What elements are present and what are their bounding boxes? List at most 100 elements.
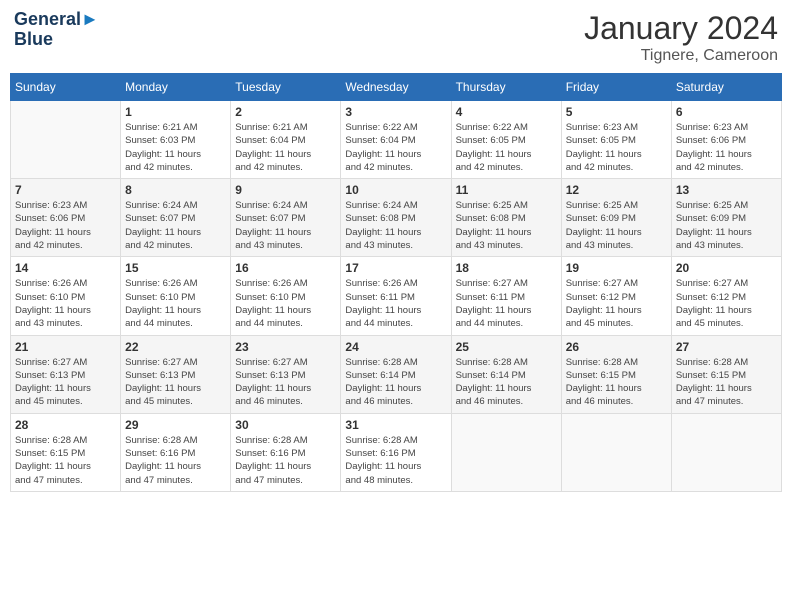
day-number: 11	[456, 183, 557, 197]
day-number: 29	[125, 418, 226, 432]
day-number: 18	[456, 261, 557, 275]
day-info: Sunrise: 6:26 AMSunset: 6:10 PMDaylight:…	[235, 277, 336, 330]
location: Tignere, Cameroon	[584, 47, 778, 65]
day-info: Sunrise: 6:26 AMSunset: 6:10 PMDaylight:…	[15, 277, 116, 330]
calendar-cell: 9 Sunrise: 6:24 AMSunset: 6:07 PMDaylight…	[231, 179, 341, 257]
day-number: 7	[15, 183, 116, 197]
day-info: Sunrise: 6:23 AMSunset: 6:06 PMDaylight:…	[676, 121, 777, 174]
day-number: 3	[345, 105, 446, 119]
day-header-thursday: Thursday	[451, 74, 561, 101]
calendar-cell: 2Sunrise: 6:21 AMSunset: 6:04 PMDaylight…	[231, 101, 341, 179]
day-info: Sunrise: 6:28 AMSunset: 6:14 PMDaylight:…	[345, 356, 446, 409]
calendar-cell: 14 Sunrise: 6:26 AMSunset: 6:10 PMDayligh…	[11, 257, 121, 335]
month-title: January 2024	[584, 10, 778, 47]
day-info: Sunrise: 6:24 AMSunset: 6:07 PMDaylight:…	[125, 199, 226, 252]
logo: General►Blue	[14, 10, 99, 50]
day-info: Sunrise: 6:28 AMSunset: 6:15 PMDaylight:…	[566, 356, 667, 409]
day-info: Sunrise: 6:27 AMSunset: 6:13 PMDaylight:…	[125, 356, 226, 409]
calendar-cell: 16 Sunrise: 6:26 AMSunset: 6:10 PMDayligh…	[231, 257, 341, 335]
day-number: 20	[676, 261, 777, 275]
week-row-2: 7 Sunrise: 6:23 AMSunset: 6:06 PMDaylight…	[11, 179, 782, 257]
day-info: Sunrise: 6:28 AMSunset: 6:16 PMDaylight:…	[125, 434, 226, 487]
day-number: 25	[456, 340, 557, 354]
calendar-cell: 26Sunrise: 6:28 AMSunset: 6:15 PMDayligh…	[561, 335, 671, 413]
day-number: 6	[676, 105, 777, 119]
day-info: Sunrise: 6:22 AMSunset: 6:04 PMDaylight:…	[345, 121, 446, 174]
calendar-cell: 22 Sunrise: 6:27 AMSunset: 6:13 PMDayligh…	[121, 335, 231, 413]
day-number: 19	[566, 261, 667, 275]
calendar-cell: 17Sunrise: 6:26 AMSunset: 6:11 PMDayligh…	[341, 257, 451, 335]
day-number: 21	[15, 340, 116, 354]
calendar-cell: 6 Sunrise: 6:23 AMSunset: 6:06 PMDaylight…	[671, 101, 781, 179]
day-info: Sunrise: 6:24 AMSunset: 6:07 PMDaylight:…	[235, 199, 336, 252]
logo-text: General►Blue	[14, 10, 99, 50]
day-info: Sunrise: 6:28 AMSunset: 6:16 PMDaylight:…	[345, 434, 446, 487]
day-number: 30	[235, 418, 336, 432]
day-info: Sunrise: 6:26 AMSunset: 6:10 PMDaylight:…	[125, 277, 226, 330]
day-info: Sunrise: 6:21 AMSunset: 6:04 PMDaylight:…	[235, 121, 336, 174]
calendar-cell	[561, 413, 671, 491]
day-header-monday: Monday	[121, 74, 231, 101]
day-info: Sunrise: 6:27 AMSunset: 6:12 PMDaylight:…	[676, 277, 777, 330]
day-number: 22	[125, 340, 226, 354]
day-header-friday: Friday	[561, 74, 671, 101]
week-row-5: 28 Sunrise: 6:28 AMSunset: 6:15 PMDayligh…	[11, 413, 782, 491]
calendar-cell: 13 Sunrise: 6:25 AMSunset: 6:09 PMDayligh…	[671, 179, 781, 257]
day-info: Sunrise: 6:25 AMSunset: 6:09 PMDaylight:…	[566, 199, 667, 252]
calendar-cell: 8 Sunrise: 6:24 AMSunset: 6:07 PMDaylight…	[121, 179, 231, 257]
day-number: 5	[566, 105, 667, 119]
calendar-cell	[671, 413, 781, 491]
day-info: Sunrise: 6:28 AMSunset: 6:16 PMDaylight:…	[235, 434, 336, 487]
day-number: 13	[676, 183, 777, 197]
day-number: 17	[345, 261, 446, 275]
title-block: January 2024 Tignere, Cameroon	[584, 10, 778, 65]
day-info: Sunrise: 6:27 AMSunset: 6:11 PMDaylight:…	[456, 277, 557, 330]
calendar-cell: 1 Sunrise: 6:21 AMSunset: 6:03 PMDaylight…	[121, 101, 231, 179]
week-row-1: 1 Sunrise: 6:21 AMSunset: 6:03 PMDaylight…	[11, 101, 782, 179]
calendar-cell: 11Sunrise: 6:25 AMSunset: 6:08 PMDayligh…	[451, 179, 561, 257]
day-number: 24	[345, 340, 446, 354]
day-info: Sunrise: 6:22 AMSunset: 6:05 PMDaylight:…	[456, 121, 557, 174]
calendar-cell: 4 Sunrise: 6:22 AMSunset: 6:05 PMDaylight…	[451, 101, 561, 179]
day-info: Sunrise: 6:27 AMSunset: 6:13 PMDaylight:…	[15, 356, 116, 409]
day-header-tuesday: Tuesday	[231, 74, 341, 101]
day-info: Sunrise: 6:27 AMSunset: 6:13 PMDaylight:…	[235, 356, 336, 409]
day-number: 23	[235, 340, 336, 354]
day-info: Sunrise: 6:25 AMSunset: 6:09 PMDaylight:…	[676, 199, 777, 252]
calendar-cell: 5 Sunrise: 6:23 AMSunset: 6:05 PMDaylight…	[561, 101, 671, 179]
day-number: 4	[456, 105, 557, 119]
day-number: 15	[125, 261, 226, 275]
calendar-cell	[451, 413, 561, 491]
day-info: Sunrise: 6:28 AMSunset: 6:15 PMDaylight:…	[676, 356, 777, 409]
calendar-cell: 18 Sunrise: 6:27 AMSunset: 6:11 PMDayligh…	[451, 257, 561, 335]
calendar-cell: 24 Sunrise: 6:28 AMSunset: 6:14 PMDayligh…	[341, 335, 451, 413]
day-number: 16	[235, 261, 336, 275]
calendar-cell: 3 Sunrise: 6:22 AMSunset: 6:04 PMDaylight…	[341, 101, 451, 179]
day-number: 14	[15, 261, 116, 275]
day-info: Sunrise: 6:23 AMSunset: 6:06 PMDaylight:…	[15, 199, 116, 252]
day-number: 1	[125, 105, 226, 119]
calendar-cell: 23 Sunrise: 6:27 AMSunset: 6:13 PMDayligh…	[231, 335, 341, 413]
day-header-sunday: Sunday	[11, 74, 121, 101]
calendar-cell: 30 Sunrise: 6:28 AMSunset: 6:16 PMDayligh…	[231, 413, 341, 491]
day-info: Sunrise: 6:27 AMSunset: 6:12 PMDaylight:…	[566, 277, 667, 330]
day-info: Sunrise: 6:23 AMSunset: 6:05 PMDaylight:…	[566, 121, 667, 174]
calendar-cell: 25 Sunrise: 6:28 AMSunset: 6:14 PMDayligh…	[451, 335, 561, 413]
page-header: General►Blue January 2024 Tignere, Camer…	[10, 10, 782, 65]
day-header-wednesday: Wednesday	[341, 74, 451, 101]
calendar-cell: 20 Sunrise: 6:27 AMSunset: 6:12 PMDayligh…	[671, 257, 781, 335]
calendar-cell: 15 Sunrise: 6:26 AMSunset: 6:10 PMDayligh…	[121, 257, 231, 335]
week-row-4: 21 Sunrise: 6:27 AMSunset: 6:13 PMDayligh…	[11, 335, 782, 413]
day-number: 31	[345, 418, 446, 432]
calendar-cell: 21 Sunrise: 6:27 AMSunset: 6:13 PMDayligh…	[11, 335, 121, 413]
calendar-cell: 19 Sunrise: 6:27 AMSunset: 6:12 PMDayligh…	[561, 257, 671, 335]
calendar-cell	[11, 101, 121, 179]
day-info: Sunrise: 6:21 AMSunset: 6:03 PMDaylight:…	[125, 121, 226, 174]
day-info: Sunrise: 6:28 AMSunset: 6:15 PMDaylight:…	[15, 434, 116, 487]
days-header-row: SundayMondayTuesdayWednesdayThursdayFrid…	[11, 74, 782, 101]
day-info: Sunrise: 6:28 AMSunset: 6:14 PMDaylight:…	[456, 356, 557, 409]
calendar-cell: 28 Sunrise: 6:28 AMSunset: 6:15 PMDayligh…	[11, 413, 121, 491]
day-number: 8	[125, 183, 226, 197]
day-number: 9	[235, 183, 336, 197]
day-number: 28	[15, 418, 116, 432]
